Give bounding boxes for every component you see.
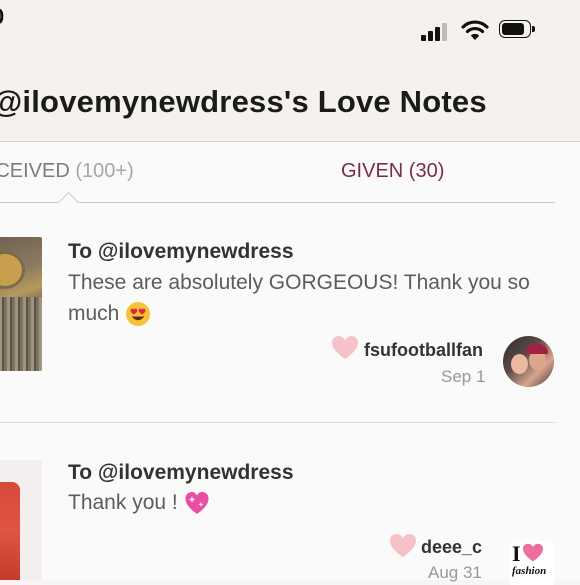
- note-date: Aug 31: [428, 563, 482, 582]
- sender-avatar[interactable]: [503, 336, 554, 387]
- sender-username[interactable]: fsufootballfan: [364, 340, 483, 361]
- cellular-signal-icon: [421, 23, 451, 41]
- note-message: These are absolutely GORGEOUS! Thank you…: [68, 267, 558, 329]
- wifi-icon: [461, 20, 489, 40]
- note-recipient: To @ilovemynewdress: [68, 240, 294, 263]
- tab-received[interactable]: ECEIVED (100+): [0, 160, 134, 183]
- love-note-card[interactable]: To @ilovemynewdress Thank you ! deee_c A…: [0, 423, 580, 585]
- page-title: @ilovemynewdress's Love Notes: [0, 84, 487, 119]
- avatar-word: fashion: [512, 565, 547, 577]
- heart-icon: [332, 336, 358, 359]
- tab-received-label: ECEIVED: [0, 160, 70, 182]
- status-time: 0: [0, 4, 4, 30]
- note-message: Thank you !: [68, 487, 558, 518]
- tab-divider: [0, 202, 555, 203]
- pink-heart-icon: [523, 543, 543, 562]
- love-note-card[interactable]: To @ilovemynewdress These are absolutely…: [0, 204, 580, 422]
- listing-thumbnail[interactable]: [0, 237, 42, 371]
- sender-avatar[interactable]: I fashion: [510, 541, 554, 585]
- sparkling-heart-emoji-icon: [185, 492, 209, 515]
- page-header: @ilovemynewdress's Love Notes: [0, 56, 580, 142]
- tab-bar: ECEIVED (100+) GIVEN (30): [0, 142, 580, 214]
- tab-given[interactable]: GIVEN (30): [341, 160, 444, 183]
- battery-icon: [499, 20, 537, 40]
- note-recipient: To @ilovemynewdress: [68, 461, 294, 484]
- status-bar: 0: [0, 0, 580, 56]
- note-date: Sep 1: [441, 367, 486, 386]
- tab-received-count: (100+): [75, 160, 134, 182]
- heart-icon: [390, 534, 416, 557]
- listing-thumbnail[interactable]: [0, 460, 42, 580]
- note-message-text: Thank you !: [68, 491, 178, 514]
- sender-username[interactable]: deee_c: [421, 537, 482, 558]
- avatar-letter: I: [512, 541, 521, 566]
- heart-eyes-emoji-icon: [126, 302, 151, 327]
